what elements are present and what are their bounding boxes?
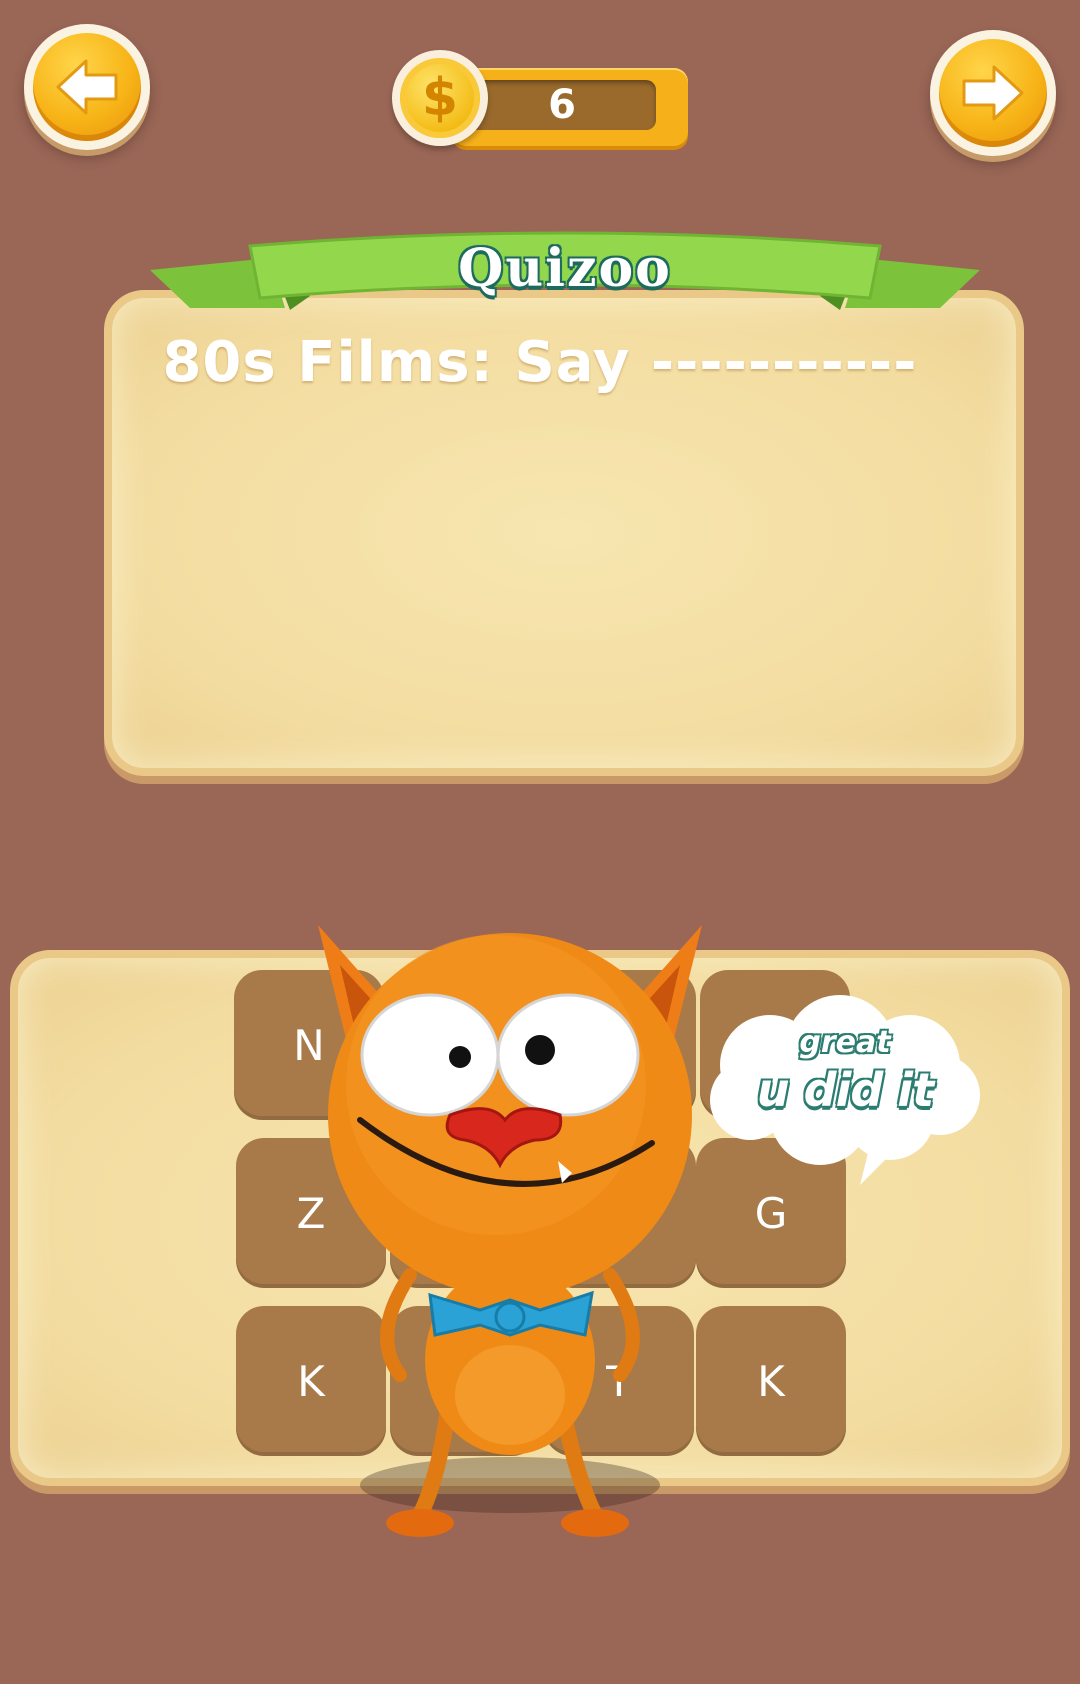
coin-track: 6 [452, 68, 688, 146]
coin-symbol: $ [400, 58, 480, 138]
monster-mascot [318, 925, 702, 1537]
arrow-left-icon [56, 59, 118, 115]
coin-counter: 6 $ [392, 48, 696, 158]
next-button[interactable] [930, 30, 1056, 156]
back-button[interactable] [24, 24, 150, 150]
question-text: 80s Films: Say ----------- [162, 330, 918, 395]
coin-count: 6 [468, 80, 656, 130]
speech-bubble: great u did it [700, 995, 990, 1185]
bubble-line-1: great [799, 1025, 891, 1060]
game-title: Quizoo [458, 238, 672, 299]
title-banner: Quizoo [150, 228, 980, 338]
bubble-line-2: u did it [756, 1063, 934, 1117]
dollar-coin-icon: $ [392, 50, 488, 146]
arrow-right-icon [962, 65, 1024, 121]
